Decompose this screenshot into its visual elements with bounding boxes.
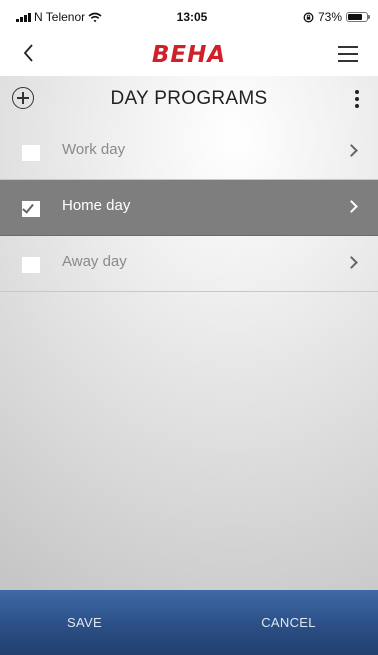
chevron-right-icon[interactable]: [345, 200, 358, 213]
checkbox-home-day[interactable]: [22, 201, 40, 217]
orientation-lock-icon: [303, 12, 314, 22]
header-row: DAY PROGRAMS: [0, 76, 378, 124]
list-item-label: Work day: [62, 141, 126, 158]
wifi-icon: [88, 12, 102, 22]
checkbox-work-day[interactable]: [22, 145, 40, 161]
program-list: Work day Home day Away day: [0, 124, 378, 292]
status-right: 73%: [238, 10, 370, 24]
checkbox-away-day[interactable]: [22, 257, 40, 273]
list-item-work-day[interactable]: Work day: [0, 124, 378, 180]
status-left: N Telenor: [16, 10, 146, 24]
more-vertical-icon[interactable]: [354, 90, 360, 108]
hamburger-menu-icon[interactable]: [338, 46, 358, 62]
list-item-label: Home day: [62, 197, 131, 214]
chevron-right-icon[interactable]: [345, 144, 358, 157]
cancel-button[interactable]: CANCEL: [189, 590, 378, 655]
checkmark-icon: [22, 201, 34, 214]
page-title: DAY PROGRAMS: [110, 88, 268, 109]
main-panel: DAY PROGRAMS Work day Home day Away day: [0, 76, 378, 590]
status-bar: N Telenor 13:05 73%: [0, 0, 378, 34]
list-item-away-day[interactable]: Away day: [0, 236, 378, 292]
battery-percent: 73%: [317, 10, 342, 24]
status-time: 13:05: [176, 10, 208, 24]
chevron-right-icon[interactable]: [345, 256, 358, 269]
list-item-home-day[interactable]: Home day: [0, 180, 378, 236]
nav-bar: BEHA: [0, 34, 378, 76]
signal-icon: [16, 12, 31, 22]
battery-icon: [346, 12, 370, 22]
save-button[interactable]: SAVE: [0, 590, 189, 655]
carrier-name: N Telenor: [34, 10, 86, 24]
list-item-label: Away day: [62, 253, 127, 270]
bottom-action-bar: SAVE CANCEL: [0, 590, 378, 655]
beha-logo: BEHA: [151, 42, 227, 68]
